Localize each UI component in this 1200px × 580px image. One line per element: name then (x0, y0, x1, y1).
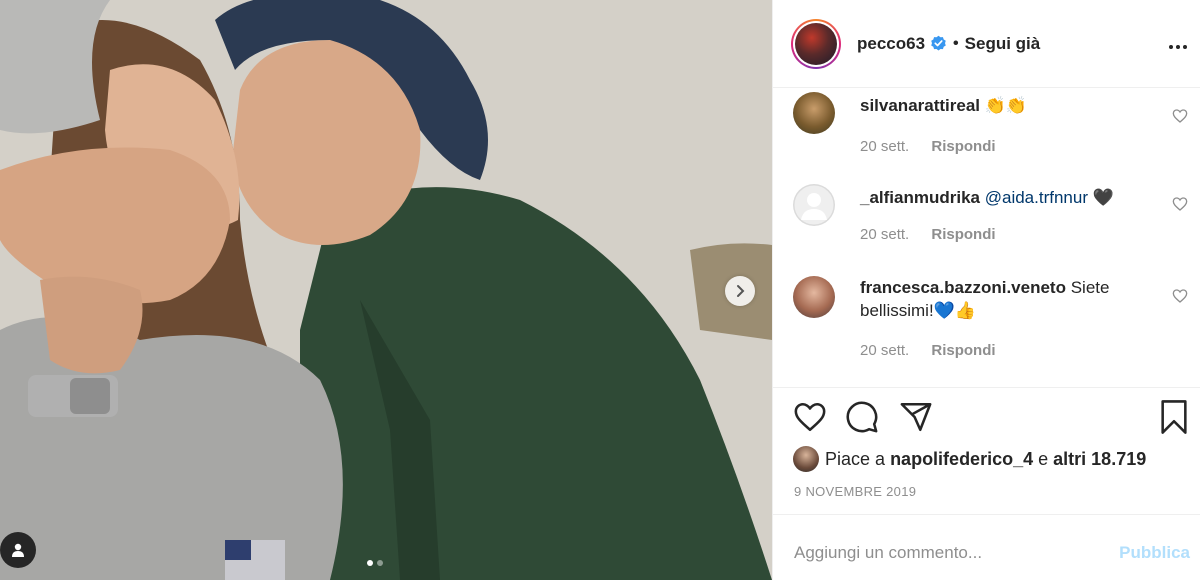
comment-meta: 20 sett. Rispondi (860, 138, 1014, 155)
default-avatar-icon (793, 184, 835, 226)
comment-reply-button[interactable]: Rispondi (931, 342, 995, 359)
tagged-users-button[interactable] (0, 532, 36, 568)
post-actions (793, 400, 1188, 440)
bookmark-icon[interactable] (1159, 400, 1189, 434)
comment-text: 🖤 (1092, 188, 1114, 207)
comment-item: francesca.bazzoni.veneto Siete bellissim… (793, 276, 1188, 376)
publish-button[interactable]: Pubblica (1119, 543, 1190, 563)
more-options-button[interactable] (1168, 30, 1188, 56)
likes-count-link[interactable]: altri 18.719 (1053, 449, 1146, 470)
verified-badge-icon (931, 35, 946, 51)
likes-prefix: Piace a (825, 448, 886, 469)
comment-item: silvanarattireal 👏👏 20 sett. Rispondi (793, 92, 1188, 172)
comment-meta: 20 sett. Rispondi (860, 226, 1014, 243)
liker-avatar[interactable] (793, 446, 819, 472)
carousel-dot (377, 560, 383, 566)
comment-time: 20 sett. (860, 138, 910, 155)
comment-meta: 20 sett. Rispondi (860, 342, 1014, 359)
post-header: pecco63 • Segui già (773, 0, 1200, 88)
comment-body: francesca.bazzoni.veneto Siete bellissim… (860, 276, 1160, 322)
comment-username[interactable]: francesca.bazzoni.veneto (860, 278, 1066, 297)
comment-username[interactable]: silvanarattireal (860, 96, 980, 115)
comment-icon[interactable] (845, 400, 879, 434)
liker-username[interactable]: napolifederico_4 (890, 449, 1033, 470)
comment-text: 👏👏 (984, 96, 1028, 115)
share-icon[interactable] (899, 400, 933, 434)
photo-scene (0, 0, 772, 580)
heart-icon[interactable] (793, 400, 827, 434)
following-button[interactable]: Segui già (965, 34, 1041, 54)
post-side-panel: pecco63 • Segui già silvanarattireal 👏👏 … (772, 0, 1200, 580)
post-photo[interactable] (0, 0, 772, 580)
comment-item: _alfianmudrika @aida.trfnnur 🖤 20 sett. … (793, 184, 1188, 264)
comment-time: 20 sett. (860, 342, 910, 359)
author-username[interactable]: pecco63 (857, 34, 925, 54)
carousel-indicator (367, 560, 383, 566)
header-separator: • (953, 34, 959, 52)
chevron-right-icon (737, 285, 745, 297)
comment-body: _alfianmudrika @aida.trfnnur 🖤 (860, 186, 1160, 209)
comment-time: 20 sett. (860, 226, 910, 243)
comment-like-icon[interactable] (1172, 108, 1188, 124)
more-icon (1169, 45, 1187, 49)
likes-summary: Piace a napolifederico_4 e altri 18.719 (793, 446, 1146, 472)
post-date[interactable]: 9 NOVEMBRE 2019 (794, 484, 916, 499)
comment-username[interactable]: _alfianmudrika (860, 188, 980, 207)
comment-avatar[interactable] (793, 92, 835, 134)
comment-avatar[interactable] (793, 276, 835, 318)
comment-like-icon[interactable] (1172, 288, 1188, 304)
author-avatar[interactable] (791, 18, 841, 69)
comment-body: silvanarattireal 👏👏 (860, 94, 1160, 117)
comment-avatar[interactable] (793, 184, 835, 226)
comment-input[interactable]: Aggiungi un commento... (794, 543, 982, 563)
comments-list: silvanarattireal 👏👏 20 sett. Rispondi _a… (773, 88, 1200, 388)
comment-mention[interactable]: @aida.trfnnur (985, 188, 1088, 207)
next-slide-button[interactable] (725, 276, 755, 306)
add-comment-bar: Aggiungi un commento... Pubblica (773, 514, 1200, 580)
comment-reply-button[interactable]: Rispondi (931, 226, 995, 243)
carousel-dot-active (367, 560, 373, 566)
comment-reply-button[interactable]: Rispondi (931, 138, 995, 155)
comment-like-icon[interactable] (1172, 196, 1188, 212)
likes-middle: e (1038, 448, 1049, 469)
user-tag-icon (12, 543, 24, 557)
